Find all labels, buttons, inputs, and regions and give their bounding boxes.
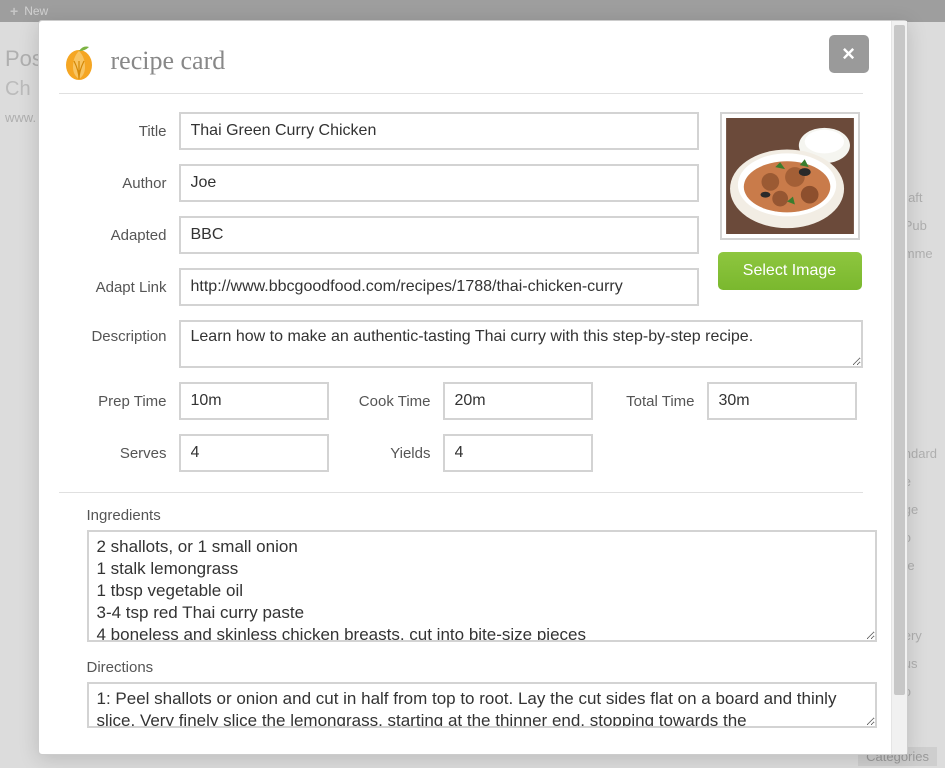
recipe-card-modal: × recipe card Title bbox=[38, 20, 908, 755]
close-icon: × bbox=[842, 41, 855, 67]
scrollbar-thumb[interactable] bbox=[894, 25, 905, 695]
directions-input[interactable] bbox=[87, 682, 877, 728]
adapted-input[interactable] bbox=[179, 216, 699, 254]
adapt-link-input[interactable] bbox=[179, 268, 699, 306]
adapt-link-label: Adapt Link bbox=[59, 279, 167, 296]
modal-header: recipe card bbox=[59, 41, 863, 94]
directions-label: Directions bbox=[87, 659, 863, 676]
modal-scrollbar[interactable] bbox=[891, 21, 907, 754]
cook-time-label: Cook Time bbox=[341, 393, 431, 410]
select-image-button[interactable]: Select Image bbox=[718, 252, 862, 290]
divider bbox=[59, 492, 863, 493]
ingredients-input[interactable] bbox=[87, 530, 877, 642]
description-label: Description bbox=[59, 320, 167, 345]
prep-time-input[interactable] bbox=[179, 382, 329, 420]
title-label: Title bbox=[59, 123, 167, 140]
title-input[interactable] bbox=[179, 112, 699, 150]
author-label: Author bbox=[59, 175, 167, 192]
recipe-image-preview bbox=[720, 112, 860, 240]
serves-label: Serves bbox=[59, 445, 167, 462]
yields-label: Yields bbox=[341, 445, 431, 462]
description-input[interactable] bbox=[179, 320, 863, 368]
prep-time-label: Prep Time bbox=[59, 393, 167, 410]
serves-input[interactable] bbox=[179, 434, 329, 472]
yields-input[interactable] bbox=[443, 434, 593, 472]
ingredients-label: Ingredients bbox=[87, 507, 863, 524]
modal-overlay: × recipe card Title bbox=[0, 0, 945, 768]
close-button[interactable]: × bbox=[829, 35, 869, 73]
modal-title: recipe card bbox=[111, 46, 226, 76]
cook-time-input[interactable] bbox=[443, 382, 593, 420]
total-time-input[interactable] bbox=[707, 382, 857, 420]
recipe-logo-icon bbox=[59, 41, 99, 81]
adapted-label: Adapted bbox=[59, 227, 167, 244]
total-time-label: Total Time bbox=[605, 393, 695, 410]
author-input[interactable] bbox=[179, 164, 699, 202]
